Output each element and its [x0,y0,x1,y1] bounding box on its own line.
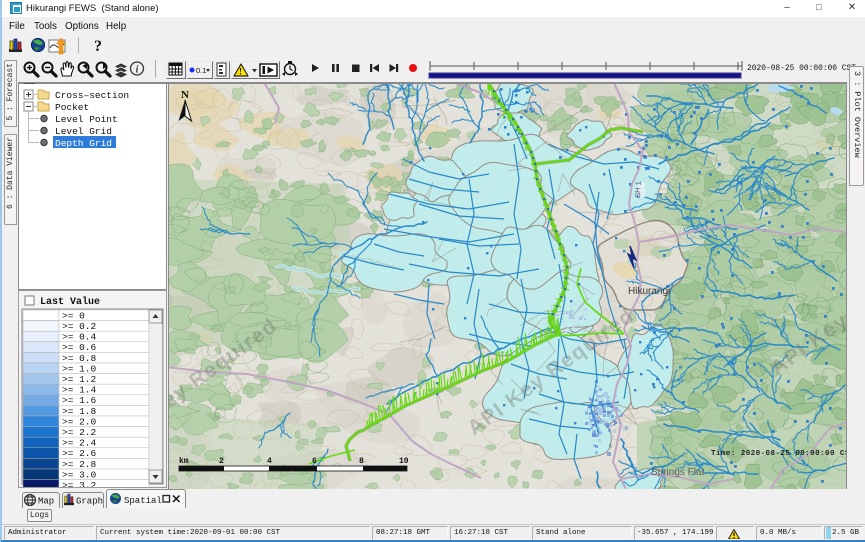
svg-text:Springs Flat: Springs Flat [651,467,705,478]
svg-text:4: 4 [267,457,272,466]
svg-text:>= 0: >= 0 [62,310,85,321]
svg-text:SH 1: SH 1 [633,181,643,198]
svg-text:>= 3.2: >= 3.2 [62,480,97,487]
svg-text:2020-08-25 00:00:00 CST: 2020-08-25 00:00:00 CST [747,64,856,73]
svg-text:>= 1.2: >= 1.2 [62,374,97,385]
svg-text:i: i [136,65,139,76]
svg-text:>= 1.8: >= 1.8 [62,406,97,417]
svg-text:>= 0.4: >= 0.4 [62,332,97,343]
svg-text:Pocket: Pocket [55,102,89,113]
svg-text:>= 2.0: >= 2.0 [62,416,97,427]
svg-text:>= 3.0: >= 3.0 [62,469,97,480]
svg-text:>= 2.6: >= 2.6 [62,448,97,459]
svg-text:km: km [179,457,189,466]
svg-text:10: 10 [399,457,409,466]
svg-text:>= 0.6: >= 0.6 [62,342,97,353]
svg-text:Hikurangi: Hikurangi [628,286,670,297]
svg-text:0.1: 0.1 [196,66,206,75]
svg-text:8: 8 [359,457,364,466]
svg-text:>= 2.4: >= 2.4 [62,438,97,449]
svg-text:!: ! [239,67,242,77]
svg-text:Spatial: Spatial [124,496,162,506]
svg-text:Level Grid: Level Grid [55,126,112,137]
svg-text:>= 1.6: >= 1.6 [62,395,97,406]
svg-text:?: ? [94,38,102,55]
svg-text:>= 1.4: >= 1.4 [62,385,97,396]
svg-text:>= 2.2: >= 2.2 [62,427,97,438]
svg-text:N: N [181,89,189,101]
svg-text:Depth Grid: Depth Grid [55,138,112,149]
svg-text:6: 6 [312,457,317,466]
svg-text:Level Point: Level Point [55,114,118,125]
svg-text:2: 2 [219,457,224,466]
svg-text:>= 0.2: >= 0.2 [62,321,97,332]
svg-text:Cross–section: Cross–section [55,90,129,101]
svg-text:Last Value: Last Value [40,296,100,308]
svg-text:>= 0.8: >= 0.8 [62,353,97,364]
svg-text:Graph: Graph [76,497,103,507]
svg-text:Time: 2020-08-25 00:00:00 CST: Time: 2020-08-25 00:00:00 CST [711,450,847,458]
svg-text:>= 2.8: >= 2.8 [62,459,97,470]
svg-text:Map: Map [38,497,54,507]
svg-text:>= 1.0: >= 1.0 [62,363,97,374]
